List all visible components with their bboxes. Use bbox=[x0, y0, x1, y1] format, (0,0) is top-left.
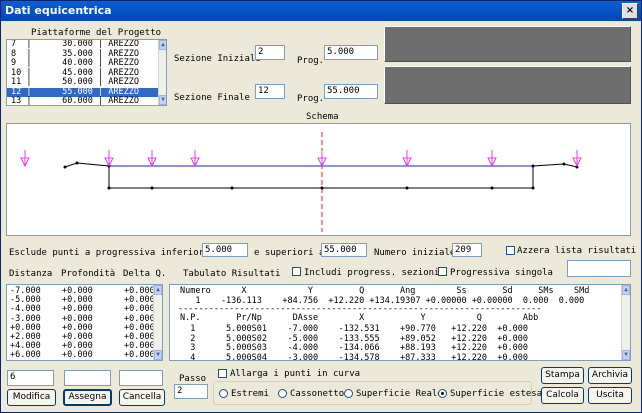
close-button[interactable]: × bbox=[622, 3, 638, 19]
estremi-label: Estremi bbox=[231, 389, 269, 399]
archivia-button[interactable]: Archivia bbox=[588, 367, 632, 384]
profile-point bbox=[490, 186, 494, 190]
results-title: Tabulato Risultati bbox=[183, 269, 281, 279]
modifica-button[interactable]: Modifica bbox=[7, 389, 56, 406]
results-header-2: N.P. Pr/Np DAsse X Y Q Abb bbox=[180, 313, 539, 323]
cassonetto-radio[interactable] bbox=[278, 389, 287, 398]
end-section-label: Sezione Finale bbox=[174, 93, 250, 103]
scroll-up-icon[interactable]: ▲ bbox=[154, 285, 162, 295]
scroll-up-icon[interactable]: ▲ bbox=[622, 285, 630, 295]
exclude-min-input[interactable]: 5.000 bbox=[202, 243, 248, 257]
depth-header: Profondità bbox=[61, 269, 116, 279]
uscita-button[interactable]: Uscita bbox=[588, 387, 632, 404]
distance-row[interactable]: +4.000 +0.000 +0.000 bbox=[7, 341, 155, 351]
start-section-input[interactable]: 2 bbox=[255, 45, 285, 60]
start-section-label: Sezione Iniziale bbox=[174, 54, 261, 64]
schema-title: Schema bbox=[306, 112, 339, 122]
profile-point bbox=[230, 186, 234, 190]
distance-row[interactable]: +6.000 +0.000 +0.000 bbox=[7, 350, 155, 361]
distance-header: Distanza bbox=[9, 269, 53, 279]
scroll-down-icon[interactable]: ▼ bbox=[622, 350, 630, 360]
stampa-button[interactable]: Stampa bbox=[541, 367, 584, 384]
info-panel-bottom bbox=[384, 66, 631, 104]
passo-label: Passo bbox=[179, 374, 207, 384]
start-prog-input[interactable]: 5.000 bbox=[324, 45, 378, 60]
include-progress-checkbox[interactable] bbox=[292, 267, 301, 276]
initial-number-label: Numero iniziale bbox=[374, 248, 456, 258]
distance-row[interactable]: -4.000 +0.000 +0.000 bbox=[7, 304, 155, 314]
title-bar: Dati equicentrica × bbox=[1, 1, 641, 21]
scroll-up-icon[interactable]: ▲ bbox=[159, 40, 166, 50]
distance-row[interactable]: -3.000 +0.000 +0.000 bbox=[7, 314, 155, 324]
superficie-reale-label: Superficie Reale bbox=[356, 389, 443, 399]
info-panel-top bbox=[384, 26, 631, 62]
section-profile bbox=[64, 162, 578, 189]
distance-cell: +6.000 bbox=[10, 350, 41, 361]
schema-drawing bbox=[20, 132, 582, 232]
calcola-button[interactable]: Calcola bbox=[541, 387, 584, 404]
platforms-title: Piattaforme del Progetto bbox=[31, 28, 162, 38]
depth-cell: +0.000 bbox=[62, 350, 93, 361]
superficie-estesa-label: Superficie estesa bbox=[450, 389, 543, 399]
window-title: Dati equicentrica bbox=[5, 4, 112, 17]
single-progress-input[interactable] bbox=[567, 260, 631, 277]
platforms-list[interactable]: 7 | 30.000 | AREZZO 8 | 35.000 | AREZZO 9 … bbox=[6, 39, 167, 106]
dialog-window: Dati equicentrica × Piattaforme del Prog… bbox=[0, 0, 642, 413]
prog-label-1: Prog. bbox=[297, 56, 325, 66]
results-row[interactable]: 4 5.000S04 -3.000 -134.578 +87.333 +12.2… bbox=[180, 353, 528, 361]
distance-edit-input[interactable]: 6 bbox=[7, 370, 54, 386]
distance-row[interactable]: +2.000 +0.000 +0.000 bbox=[7, 332, 155, 342]
profile-point bbox=[562, 162, 566, 166]
profile-point bbox=[531, 164, 535, 168]
initial-number-input[interactable]: 209 bbox=[452, 243, 482, 257]
distance-row[interactable]: -5.000 +0.000 +0.000 bbox=[7, 295, 155, 305]
scroll-down-icon[interactable]: ▼ bbox=[154, 350, 162, 360]
delta-q-edit-input[interactable] bbox=[119, 370, 163, 386]
results-row[interactable]: 3 5.000S03 -4.000 -134.066 +88.193 +12.2… bbox=[180, 343, 528, 353]
widen-curve-checkbox[interactable] bbox=[218, 369, 227, 378]
superficie-estesa-radio[interactable] bbox=[438, 389, 447, 398]
exclude-max-input[interactable]: 55.000 bbox=[321, 243, 367, 257]
results-header-1: Numero X Y Q Ang Ss Sd SMs SMd bbox=[180, 286, 590, 296]
scroll-down-icon[interactable]: ▼ bbox=[159, 95, 166, 105]
schema-canvas bbox=[6, 123, 631, 236]
platform-row[interactable]: 13 | 60.000 | AREZZO bbox=[7, 96, 166, 105]
platforms-scrollbar[interactable]: ▲ ▼ bbox=[158, 40, 166, 105]
assegna-button[interactable]: Assegna bbox=[63, 389, 112, 406]
profile-point bbox=[107, 186, 111, 190]
single-progress-label: Progressiva singola bbox=[450, 268, 553, 278]
results-table[interactable]: Numero X Y Q Ang Ss Sd SMs SMd 1 -136.11… bbox=[169, 284, 631, 361]
distance-row[interactable]: +0.000 +0.000 +0.000 bbox=[7, 323, 155, 333]
passo-input[interactable]: 2 bbox=[174, 384, 208, 399]
delta-q-cell: +0.000 bbox=[124, 350, 155, 361]
prog-label-2: Prog. bbox=[297, 94, 325, 104]
exclude-label: Esclude punti a progressiva inferiore a bbox=[9, 248, 221, 258]
end-section-input[interactable]: 12 bbox=[255, 84, 285, 99]
profile-point bbox=[320, 186, 324, 190]
profile-point bbox=[63, 165, 67, 169]
cassonetto-label: Cassonetto bbox=[290, 389, 345, 399]
results-scrollbar[interactable]: ▲ ▼ bbox=[621, 285, 630, 360]
reset-results-label: Azzera lista risultati bbox=[517, 246, 637, 256]
reset-results-checkbox[interactable] bbox=[506, 246, 515, 255]
cancella-button[interactable]: Cancella bbox=[119, 389, 165, 406]
widen-curve-label: Allarga i punti in curva bbox=[230, 369, 361, 379]
superficie-reale-radio[interactable] bbox=[344, 389, 353, 398]
results-row[interactable]: 2 5.000S02 -5.000 -133.555 +89.052 +12.2… bbox=[180, 334, 528, 344]
profile-point bbox=[75, 161, 79, 165]
include-progress-label: Includi progress. sezioni bbox=[304, 268, 440, 278]
distances-list[interactable]: -7.000 +0.000 +0.000 -5.000 +0.000 +0.000 -4.0… bbox=[6, 284, 163, 361]
delta-q-header: Delta Q. bbox=[123, 269, 167, 279]
results-row[interactable]: 1 5.000S01 -7.000 -132.531 +90.770 +12.2… bbox=[180, 324, 528, 334]
profile-point bbox=[150, 186, 154, 190]
and-above-label: e superiori a bbox=[254, 248, 325, 258]
distances-scrollbar[interactable]: ▲ ▼ bbox=[153, 285, 162, 360]
distance-row[interactable]: -7.000 +0.000 +0.000 bbox=[7, 286, 155, 296]
profile-point bbox=[405, 186, 409, 190]
single-progress-checkbox[interactable] bbox=[438, 267, 447, 276]
profile-point bbox=[531, 186, 535, 190]
estremi-radio[interactable] bbox=[219, 389, 228, 398]
end-prog-input[interactable]: 55.000 bbox=[324, 84, 378, 99]
depth-edit-input[interactable] bbox=[64, 370, 111, 386]
